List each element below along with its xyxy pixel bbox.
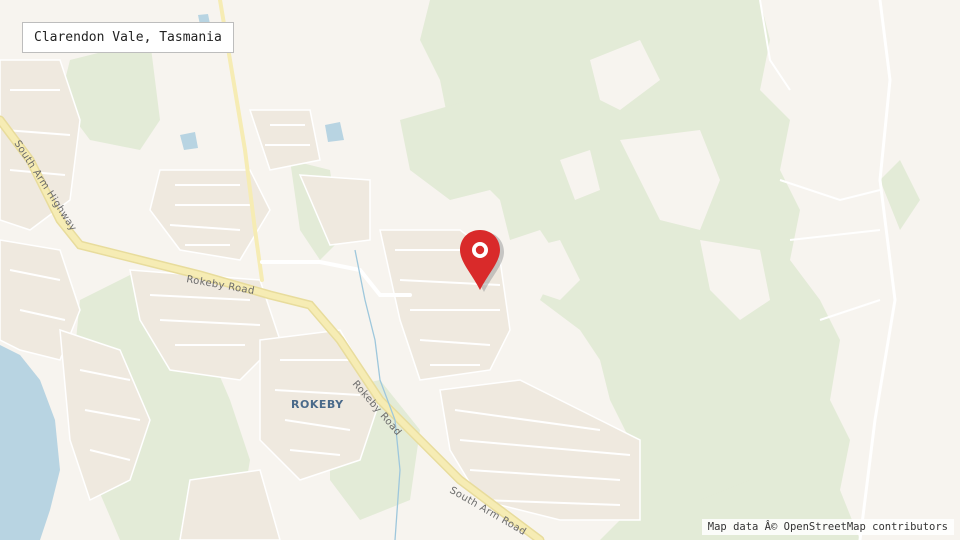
map-attribution[interactable]: Map data Â© OpenStreetMap contributors bbox=[701, 519, 954, 535]
map-pin-icon[interactable] bbox=[458, 228, 506, 294]
suburb-label-rokeby: ROKEBY bbox=[291, 398, 344, 411]
map-view[interactable]: South Arm Highway Rokeby Road Rokeby Roa… bbox=[0, 0, 960, 540]
map-title: Clarendon Vale, Tasmania bbox=[22, 22, 234, 53]
